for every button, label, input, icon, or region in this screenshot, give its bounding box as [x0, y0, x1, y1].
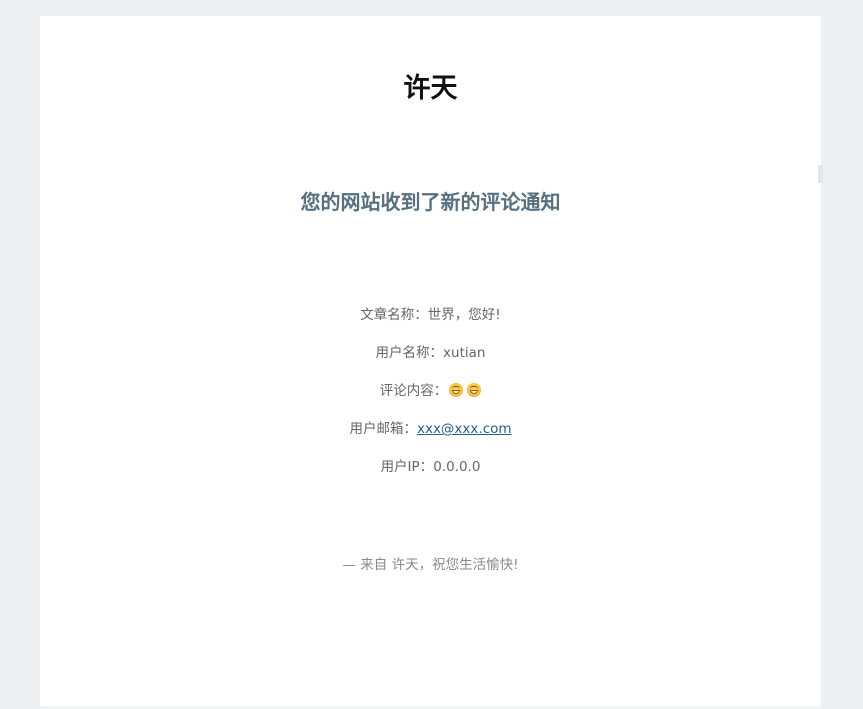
email-label: 用户邮箱： [349, 421, 417, 437]
user-label: 用户名称： [375, 345, 444, 361]
user-value: xutian [443, 345, 486, 361]
grinning-face-emoji-icon [449, 383, 464, 397]
content-line: 评论内容： [40, 381, 821, 401]
footer-signature: — 来自 许天，祝您生活愉快! [342, 557, 519, 573]
article-value: 世界，您好! [427, 307, 501, 323]
grinning-face-emoji-icon [467, 383, 482, 397]
user-line: 用户名称：xutian [40, 343, 821, 363]
email-card: 许天 您的网站收到了新的评论通知 文章名称：世界，您好! 用户名称：xutian… [40, 16, 821, 706]
article-label: 文章名称： [360, 307, 428, 323]
edge-mark [818, 165, 823, 183]
notice-title: 您的网站收到了新的评论通知 [300, 190, 561, 214]
ip-value: 0.0.0.0 [433, 459, 481, 475]
content-label: 评论内容： [379, 383, 448, 399]
site-name: 许天 [403, 73, 458, 104]
ip-label: 用户IP： [380, 459, 434, 475]
email-line: 用户邮箱：xxx@xxx.com [40, 419, 821, 439]
ip-line: 用户IP：0.0.0.0 [40, 457, 821, 477]
email-link[interactable]: xxx@xxx.com [417, 421, 512, 437]
article-line: 文章名称：世界，您好! [40, 305, 821, 325]
